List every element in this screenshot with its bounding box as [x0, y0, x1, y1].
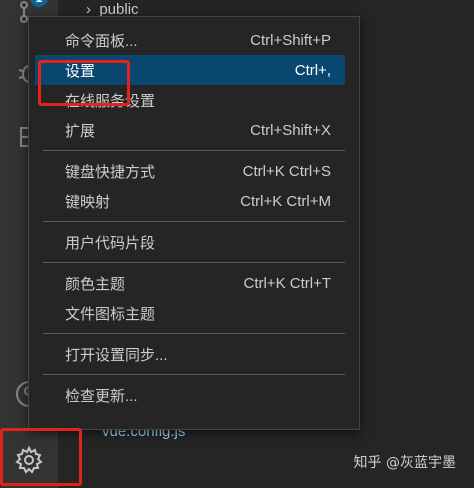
- menu-item[interactable]: 键映射 Ctrl+K Ctrl+M: [35, 186, 345, 216]
- watermark: 知乎 @灰蓝宇墨: [353, 455, 456, 471]
- menu-item-label: 命令面板...: [65, 32, 138, 50]
- menu-item[interactable]: 扩展 Ctrl+Shift+X: [35, 115, 345, 145]
- menu-item-label: 设置: [65, 62, 96, 80]
- menu-separator: [43, 374, 345, 375]
- menu-item-shortcut: Ctrl+K Ctrl+T: [243, 274, 331, 292]
- menu-item-shortcut: Ctrl+,: [294, 61, 331, 79]
- menu-item[interactable]: 文件图标主题: [35, 298, 345, 328]
- menu-item[interactable]: 设置 Ctrl+,: [35, 55, 345, 85]
- menu-item-label: 键映射: [65, 193, 111, 211]
- menu-item-label: 检查更新...: [65, 387, 138, 405]
- menu-item-label: 扩展: [65, 122, 96, 140]
- menu-item[interactable]: 命令面板... Ctrl+Shift+P: [35, 25, 345, 55]
- menu-item[interactable]: 检查更新...: [35, 380, 345, 410]
- menu-item-shortcut: Ctrl+Shift+X: [250, 121, 331, 139]
- menu-separator: [43, 333, 345, 334]
- menu-item-shortcut: Ctrl+K Ctrl+M: [240, 192, 331, 210]
- gear-icon: [15, 445, 43, 474]
- menu-item-shortcut: Ctrl+K Ctrl+S: [242, 162, 331, 180]
- manage-context-menu: 命令面板... Ctrl+Shift+P 设置 Ctrl+, 在线服务设置 扩展 Ctrl+…: [28, 16, 360, 430]
- menu-item[interactable]: 打开设置同步...: [35, 339, 345, 369]
- menu-item[interactable]: 用户代码片段: [35, 227, 345, 257]
- menu-item[interactable]: 键盘快捷方式 Ctrl+K Ctrl+S: [35, 156, 345, 186]
- menu-item[interactable]: 在线服务设置: [35, 85, 345, 115]
- menu-item-label: 键盘快捷方式: [65, 163, 156, 181]
- manage-gear-button[interactable]: [0, 432, 58, 488]
- menu-item-label: 在线服务设置: [65, 92, 156, 110]
- menu-item-label: 用户代码片段: [65, 234, 156, 252]
- menu-item-shortcut: Ctrl+Shift+P: [250, 31, 331, 49]
- menu-separator: [43, 262, 345, 263]
- menu-item-label: 文件图标主题: [65, 305, 156, 323]
- menu-item-label: 颜色主题: [65, 275, 126, 293]
- menu-separator: [43, 221, 345, 222]
- menu-item[interactable]: 颜色主题 Ctrl+K Ctrl+T: [35, 268, 345, 298]
- menu-item-label: 打开设置同步...: [65, 346, 168, 364]
- menu-separator: [43, 150, 345, 151]
